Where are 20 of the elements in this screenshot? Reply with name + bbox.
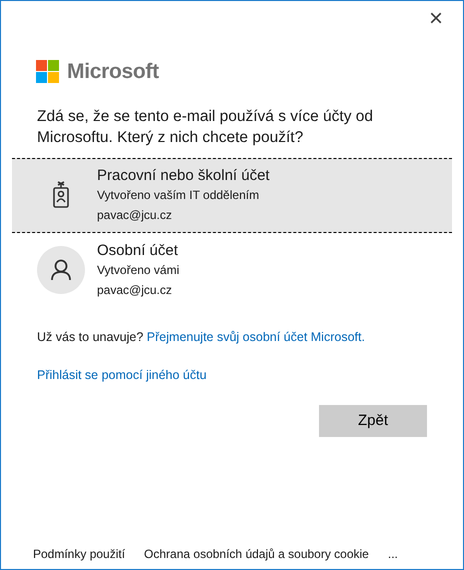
logo-text: Microsoft bbox=[67, 59, 159, 85]
other-account-link[interactable]: Přihlásit se pomocí jiného účtu bbox=[37, 368, 207, 382]
footer-link[interactable]: Podmínky použití bbox=[33, 545, 126, 563]
rename-prompt: Už vás to unavuje? bbox=[37, 330, 144, 344]
account-subtitle: Vytvořeno vámi bbox=[97, 262, 180, 278]
person-icon bbox=[37, 246, 85, 294]
rename-link[interactable]: Přejmenujte svůj osobní účet Microsoft. bbox=[146, 330, 365, 344]
account-email: pavac@jcu.cz bbox=[97, 206, 173, 224]
account-subtitle: Vytvořeno vaším IT oddělením bbox=[97, 186, 260, 204]
logo-icon bbox=[36, 60, 59, 84]
account-title: Pracovní nebo školní účet bbox=[97, 166, 270, 184]
account-option[interactable]: Pracovní nebo školní účet Vytvořeno vaším IT oddělením pavac@jcu.cz bbox=[12, 158, 452, 232]
close-button[interactable]: × bbox=[424, 5, 447, 33]
account-email: pavac@jcu.cz bbox=[97, 282, 173, 298]
back-button[interactable]: Zpět bbox=[319, 405, 427, 437]
account-title: Osobní účet bbox=[97, 240, 179, 260]
heading: Zdá se, že se tento e-mail používá s více účty od Microsoftu. Který z nich chcete použít? bbox=[37, 106, 374, 148]
footer-link[interactable]: Ochrana osobních údajů a soubory cookie bbox=[144, 545, 369, 563]
account-option[interactable]: Osobní účet Vytvořeno vámi pavac@jcu.cz bbox=[12, 232, 452, 308]
more-link[interactable]: ... bbox=[388, 545, 398, 563]
